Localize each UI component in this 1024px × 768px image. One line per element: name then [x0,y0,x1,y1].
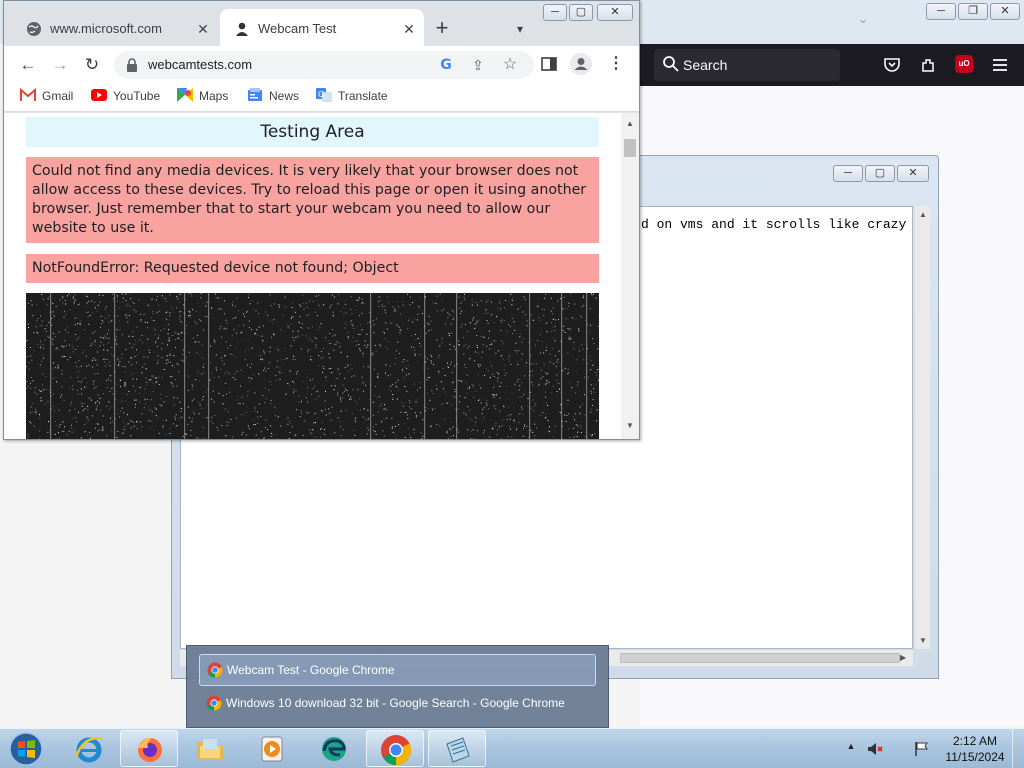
tab-webcam-test[interactable]: Webcam Test ✕ [220,9,424,47]
reload-icon[interactable]: ↻ [80,53,104,77]
scroll-down-arrow-icon[interactable]: ▼ [919,636,927,645]
firefox-icon [138,738,162,762]
thumbnail-title: Webcam Test - Google Chrome [227,663,395,677]
action-center-flag-icon[interactable] [914,741,930,757]
bookmark-maps[interactable]: Maps [177,88,228,106]
translate-icon: G [316,88,332,102]
bookmark-star-icon[interactable]: ☆ [500,55,520,75]
not-found-error-message: NotFoundError: Requested device not foun… [26,254,599,283]
page-viewport[interactable]: Testing Area Could not find any media de… [4,113,621,439]
bookmark-news[interactable]: News [247,88,299,106]
google-lens-icon[interactable]: G [436,55,456,75]
edge-icon [322,737,346,761]
clock-date[interactable]: 11/15/2024 [942,750,1008,764]
chrome-toolbar: ← → ↻ webcamtests.com G ⇪ ☆ ⋮ [4,46,639,82]
thumbnail-title: Windows 10 download 32 bit - Google Sear… [226,696,565,710]
taskbar-thumbnail-popup: Webcam Test - Google Chrome Windows 10 d… [186,645,609,728]
extensions-icon[interactable] [919,55,939,75]
tab-microsoft[interactable]: www.microsoft.com ✕ [12,9,218,47]
show-hidden-icons-arrow-icon[interactable]: ▲ [845,738,857,754]
editor-vertical-scrollbar[interactable]: ▲ ▼ [914,206,930,649]
taskbar: ▲ 2:12 AM 11/15/2024 [0,728,1024,768]
gmail-icon [20,88,36,101]
pocket-icon[interactable] [882,55,902,75]
address-bar[interactable]: webcamtests.com G ⇪ ☆ [114,51,534,79]
volume-muted-icon[interactable] [866,740,884,758]
back-arrow-icon[interactable]: ← [16,53,40,77]
chrome-close-button[interactable]: ✕ [597,4,633,21]
explorer-icon [197,739,223,760]
ie-icon [74,737,103,763]
firefox-close-button[interactable]: ✕ [990,3,1020,20]
taskbar-file-explorer[interactable] [181,730,239,767]
thumbnail-windows-10-search[interactable]: Windows 10 download 32 bit - Google Sear… [199,687,596,719]
notepad-icon [446,737,470,763]
profile-avatar-icon[interactable] [570,53,592,75]
scroll-up-arrow-icon[interactable]: ▲ [919,210,927,219]
news-icon [248,88,262,101]
bookmark-translate[interactable]: G Translate [316,88,388,106]
taskbar-chrome[interactable] [366,730,424,767]
webcam-person-icon [236,22,248,36]
share-icon[interactable]: ⇪ [468,55,488,75]
video-noise-canvas [26,293,599,439]
hamburger-menu-icon[interactable] [990,55,1010,75]
maps-icon [177,88,193,102]
tab-title: www.microsoft.com [50,21,162,36]
taskbar-notepad[interactable] [428,730,486,767]
tab-title: Webcam Test [258,21,337,36]
scroll-right-arrow-icon[interactable]: ▶ [900,653,906,662]
editor-close-button[interactable]: ✕ [897,165,929,182]
new-tab-button[interactable]: + [430,17,454,40]
svg-text:G: G [318,90,324,99]
chrome-minimize-button[interactable]: ─ [543,4,567,21]
editor-text-line: d on vms and it scrolls like crazy [641,217,907,232]
firefox-restore-button[interactable]: ❐ [958,3,988,20]
taskbar-media-player[interactable] [243,730,301,767]
bookmark-gmail[interactable]: Gmail [20,88,73,106]
taskbar-edge[interactable] [305,730,363,767]
chrome-icon [381,735,411,765]
close-icon[interactable]: ✕ [194,20,212,38]
youtube-icon [91,89,107,101]
page-scroll-thumb[interactable] [624,139,636,157]
bookmarks-bar: Gmail YouTube Maps News G Translate [4,82,639,112]
globe-icon [27,22,41,36]
list-tabs-chevron-icon[interactable]: ⌄ [856,12,870,26]
media-player-icon [261,736,283,762]
webcam-video-static [26,293,599,439]
search-placeholder: Search [683,57,728,73]
editor-horizontal-scroll-thumb[interactable] [620,653,900,663]
side-panel-icon[interactable] [540,55,558,73]
chrome-window: ─ ▢ ✕ www.microsoft.com ✕ Webcam Test ✕ … [3,0,640,440]
show-desktop-button[interactable] [1012,729,1024,768]
chrome-maximize-button[interactable]: ▢ [569,4,593,21]
taskbar-internet-explorer[interactable] [60,730,118,767]
editor-maximize-button[interactable]: ▢ [865,165,895,182]
close-icon[interactable]: ✕ [400,20,418,38]
page-vertical-scrollbar[interactable]: ▲ ▼ [621,113,639,439]
media-devices-error-message: Could not find any media devices. It is … [26,157,599,243]
scroll-down-arrow-icon[interactable]: ▼ [626,421,634,430]
search-icon [663,56,679,72]
firefox-search-box[interactable]: Search [654,49,840,81]
taskbar-firefox[interactable] [120,730,178,767]
url-text[interactable]: webcamtests.com [148,57,252,72]
scroll-up-arrow-icon[interactable]: ▲ [626,119,634,128]
bookmark-youtube[interactable]: YouTube [91,88,160,106]
testing-area-heading: Testing Area [26,117,599,147]
firefox-minimize-button[interactable]: ─ [926,3,956,20]
tab-search-chevron-icon[interactable]: ▾ [510,19,530,39]
editor-minimize-button[interactable]: ─ [833,165,863,182]
chrome-icon [206,695,222,711]
lock-icon[interactable] [126,58,138,72]
ublock-origin-icon[interactable]: uO [955,55,973,73]
clock-time[interactable]: 2:12 AM [942,734,1008,748]
start-orb-icon[interactable] [6,731,46,767]
thumbnail-webcam-test[interactable]: Webcam Test - Google Chrome [199,654,596,686]
chrome-icon [207,662,223,678]
forward-arrow-icon[interactable]: → [48,53,72,77]
kebab-menu-icon[interactable]: ⋮ [608,54,624,74]
